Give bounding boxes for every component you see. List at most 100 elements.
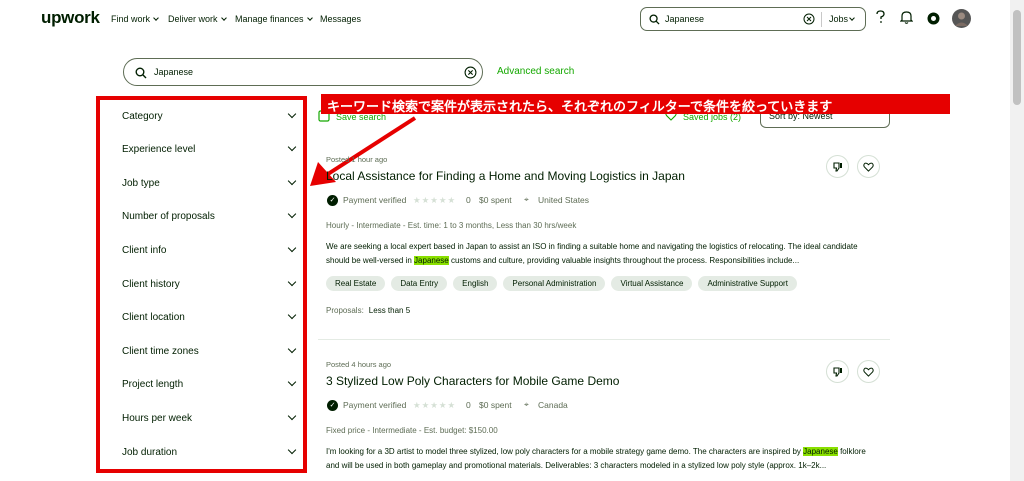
chevron-down-icon: [287, 142, 297, 152]
filter-experience-level[interactable]: Experience level: [122, 140, 298, 158]
skill-tag[interactable]: Personal Administration: [503, 276, 606, 291]
header-search-box[interactable]: Japanese Jobs: [640, 7, 866, 31]
keyword-highlight: Japanese: [414, 256, 449, 265]
skill-tag[interactable]: Administrative Support: [698, 276, 797, 291]
chevron-down-icon: [287, 377, 297, 387]
skill-tag[interactable]: Virtual Assistance: [611, 276, 693, 291]
heart-icon: [863, 162, 874, 172]
thumbs-down-icon: [832, 161, 842, 172]
client-meta: ✓ Payment verified ★★★★★ 0 $0 spent ⌖ Ca…: [326, 399, 886, 414]
help-icon[interactable]: [875, 10, 886, 24]
job-info: Hourly - Intermediate - Est. time: 1 to …: [326, 221, 577, 230]
proposals-count: Proposals: Less than 5: [326, 306, 886, 315]
dislike-button[interactable]: [826, 360, 849, 383]
filter-label: Category: [122, 110, 163, 122]
scrollbar-thumb[interactable]: [1013, 10, 1021, 105]
job-card[interactable]: Posted 1 hour ago Local Assistance for F…: [326, 155, 886, 315]
avatar[interactable]: [952, 9, 971, 28]
search-icon: [649, 14, 660, 25]
rating-value: 0: [466, 400, 471, 410]
job-title[interactable]: 3 Stylized Low Poly Characters for Mobil…: [326, 374, 886, 388]
filter-label: Client history: [122, 278, 180, 290]
nav-label: Find work: [111, 14, 151, 24]
save-job-button[interactable]: [857, 155, 880, 178]
location-pin-icon: ⌖: [524, 194, 529, 204]
filter-project-length[interactable]: Project length: [122, 375, 298, 393]
posted-time: Posted 4 hours ago: [326, 360, 392, 369]
posted-time: Posted 1 hour ago: [326, 155, 388, 164]
nav-label: Messages: [320, 14, 362, 24]
filter-client-time-zones[interactable]: Client time zones: [122, 342, 298, 360]
chevron-down-icon: [153, 15, 159, 21]
chevron-down-icon: [287, 176, 297, 186]
thumbs-down-icon: [832, 366, 842, 377]
nav-manage-finances[interactable]: Manage finances: [235, 14, 313, 24]
nav-label: Manage finances: [235, 14, 304, 24]
settings-icon[interactable]: [926, 11, 941, 26]
filter-label: Project length: [122, 378, 184, 390]
verified-icon: ✓: [327, 195, 338, 206]
filter-job-duration[interactable]: Job duration: [122, 443, 298, 461]
filter-category[interactable]: Category: [122, 107, 298, 125]
clear-icon[interactable]: [464, 66, 477, 79]
job-description: We are seeking a local expert based in J…: [326, 240, 871, 268]
job-title[interactable]: Local Assistance for Finding a Home and …: [326, 169, 886, 183]
card-divider: [318, 339, 890, 340]
amount-spent: $0 spent: [479, 400, 512, 410]
filter-label: Experience level: [122, 143, 196, 155]
client-location: United States: [538, 195, 590, 205]
search-scope-label: Jobs: [829, 14, 849, 24]
chevron-down-icon: [287, 344, 297, 354]
divider: [821, 12, 822, 27]
skill-tag[interactable]: Real Estate: [326, 276, 386, 291]
advanced-search-link[interactable]: Advanced search: [497, 66, 574, 77]
search-scope-select[interactable]: Jobs: [829, 14, 855, 24]
skill-tags: Real Estate Data Entry English Personal …: [326, 276, 886, 291]
filter-panel: Category Experience level Job type Numbe…: [96, 96, 307, 473]
nav-messages[interactable]: Messages: [320, 14, 361, 24]
skill-tag[interactable]: English: [453, 276, 498, 291]
top-nav: upwork Find work Deliver work Manage fin…: [0, 0, 1010, 40]
chevron-down-icon: [287, 209, 297, 219]
skill-tag[interactable]: Data Entry: [391, 276, 448, 291]
save-job-button[interactable]: [857, 360, 880, 383]
chevron-down-icon: [287, 445, 297, 455]
nav-deliver-work[interactable]: Deliver work: [168, 14, 227, 24]
main-search-input[interactable]: Japanese: [154, 67, 193, 77]
filter-hours-per-week[interactable]: Hours per week: [122, 409, 298, 427]
filter-client-location[interactable]: Client location: [122, 308, 298, 326]
filter-number-of-proposals[interactable]: Number of proposals: [122, 207, 298, 225]
filter-label: Hours per week: [122, 412, 193, 424]
clear-icon[interactable]: [803, 13, 815, 25]
filter-label: Client location: [122, 311, 185, 323]
notification-bell-icon[interactable]: [900, 10, 913, 24]
rating-stars-icon: ★★★★★: [413, 400, 457, 410]
search-icon: [135, 67, 147, 79]
filter-client-info[interactable]: Client info: [122, 241, 298, 259]
filter-client-history[interactable]: Client history: [122, 275, 298, 293]
chevron-down-icon: [287, 411, 297, 421]
filter-job-type[interactable]: Job type: [122, 174, 298, 192]
main-search-box[interactable]: Japanese: [123, 58, 483, 86]
filter-label: Job duration: [122, 446, 178, 458]
annotation-banner: キーワード検索で案件が表示されたら、それぞれのフィルターで条件を絞っていきます: [321, 94, 950, 114]
job-card[interactable]: Posted 4 hours ago 3 Stylized Low Poly C…: [326, 360, 886, 473]
chevron-down-icon: [287, 277, 297, 287]
proposals-label: Proposals:: [326, 306, 364, 315]
header-search-input[interactable]: Japanese: [665, 14, 704, 24]
upwork-logo[interactable]: upwork: [41, 8, 100, 28]
filter-label: Client time zones: [122, 345, 199, 357]
nav-find-work[interactable]: Find work: [111, 14, 159, 24]
keyword-highlight: Japanese: [803, 447, 838, 456]
chevron-down-icon: [287, 243, 297, 253]
payment-status: Payment verified: [343, 400, 407, 410]
dislike-button[interactable]: [826, 155, 849, 178]
proposals-value: Less than 5: [368, 306, 411, 315]
chevron-down-icon: [287, 310, 297, 320]
location-pin-icon: ⌖: [524, 399, 529, 409]
job-info: Fixed price - Intermediate - Est. budget…: [326, 426, 498, 435]
chevron-down-icon: [849, 15, 855, 21]
amount-spent: $0 spent: [479, 195, 512, 205]
nav-label: Deliver work: [168, 14, 218, 24]
scrollbar[interactable]: [1010, 0, 1024, 481]
